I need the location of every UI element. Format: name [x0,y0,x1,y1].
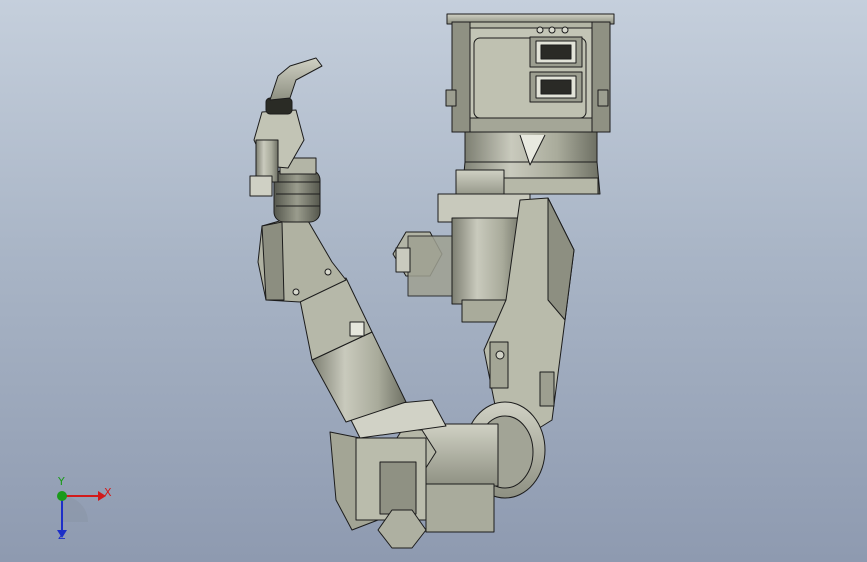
x-axis-label: X [104,486,112,499]
robot-arm-model[interactable] [0,0,867,562]
base-housing [445,13,615,133]
y-axis-dot [57,491,67,501]
z-axis-label: Z [58,529,66,542]
y-axis-label: Y [58,475,65,488]
3d-viewport[interactable]: X Y Z [0,0,867,562]
coordinate-triad: X Y Z [40,475,120,548]
forearm-tube [299,277,407,423]
